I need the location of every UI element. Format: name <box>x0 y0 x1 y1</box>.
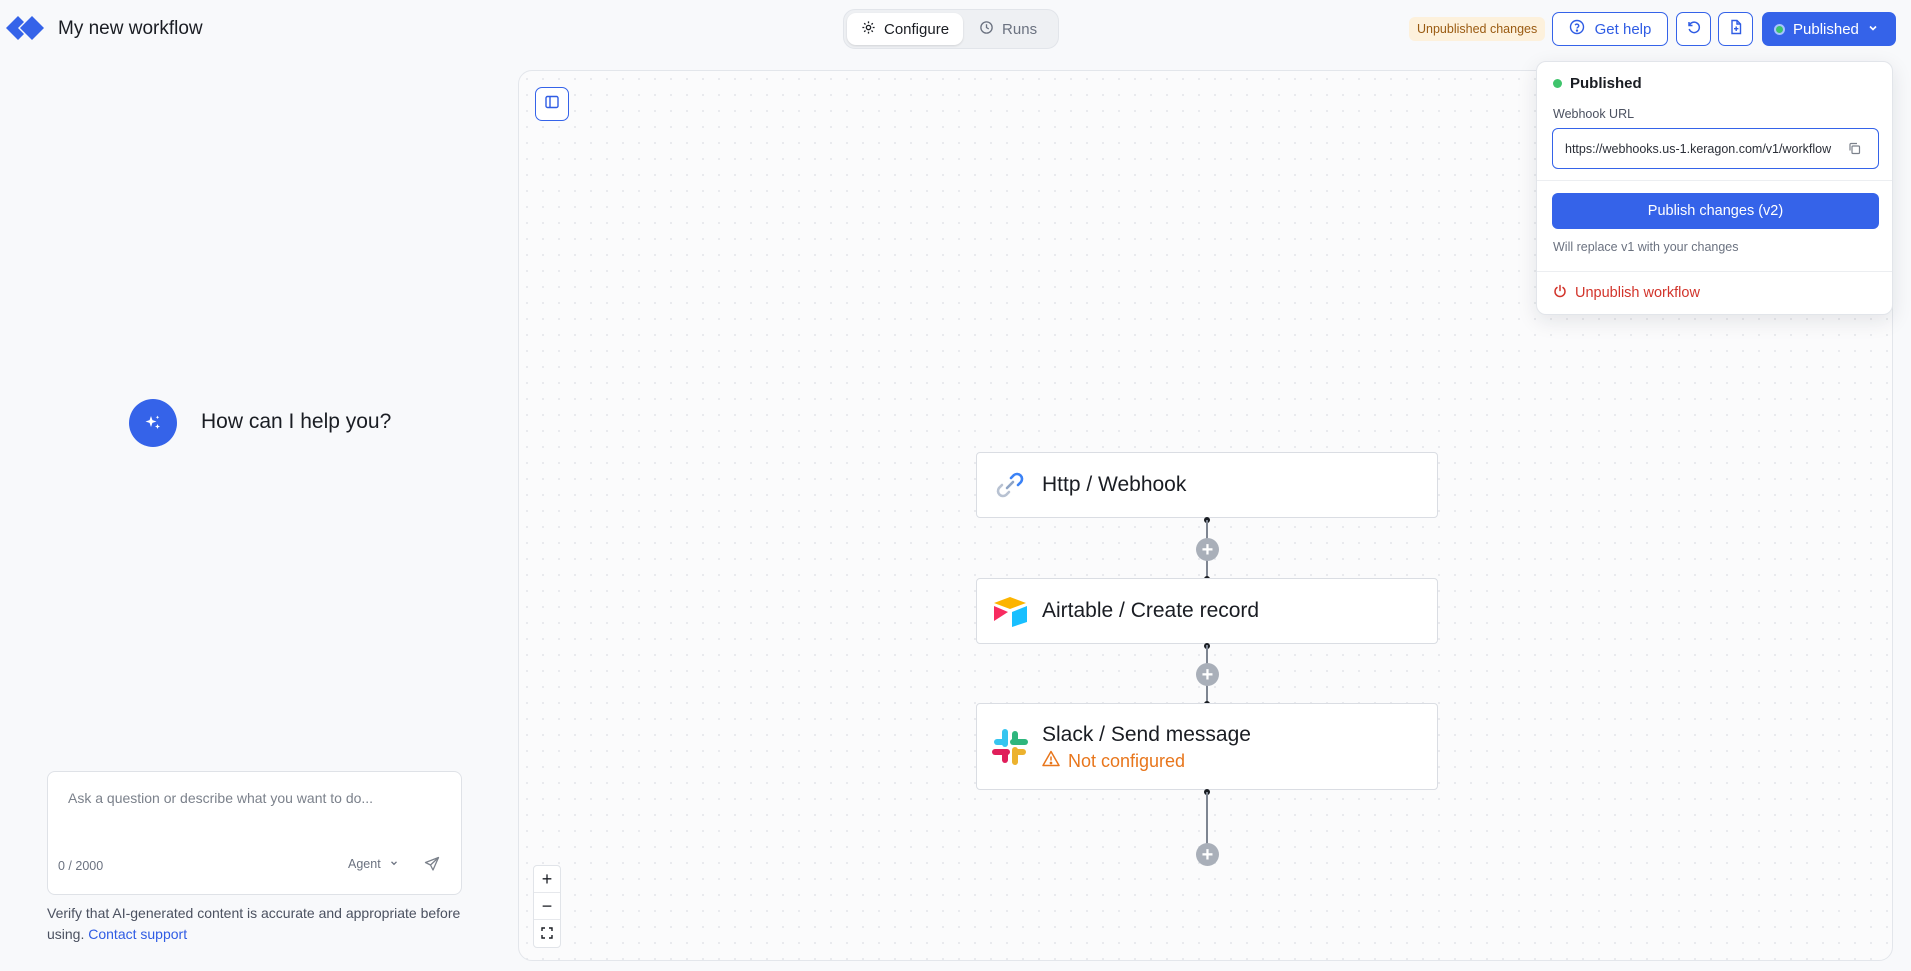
plus-icon: + <box>1201 538 1214 561</box>
zoom-controls: + − <box>533 865 561 948</box>
tab-configure[interactable]: Configure <box>847 13 964 45</box>
history-button[interactable] <box>1676 12 1711 46</box>
tab-runs-label: Runs <box>1002 20 1038 38</box>
step-title: Slack / Send message <box>1042 723 1251 746</box>
power-icon <box>1553 284 1567 302</box>
step-warning: Not configured <box>1042 750 1185 772</box>
link-icon <box>991 466 1029 504</box>
get-help-label: Get help <box>1594 20 1652 38</box>
step-title: Http / Webhook <box>1042 473 1187 496</box>
published-status-dot <box>1774 23 1785 35</box>
file-plus-icon <box>1728 19 1744 40</box>
fit-view-icon <box>541 923 553 944</box>
divider <box>1537 271 1892 272</box>
ai-sparkle-icon <box>129 399 177 447</box>
publish-dropdown: Published Webhook URL https://webhooks.u… <box>1536 61 1893 315</box>
fit-view-button[interactable] <box>534 920 560 947</box>
undo-history-icon <box>1686 19 1702 40</box>
add-step-button[interactable]: + <box>1196 538 1219 561</box>
export-file-button[interactable] <box>1718 12 1753 46</box>
publish-status-text: Published <box>1570 75 1642 92</box>
sidebar-panel-icon <box>544 94 560 115</box>
add-step-button[interactable]: + <box>1196 843 1219 866</box>
status-dot <box>1553 79 1562 88</box>
workflow-step-slack[interactable]: Slack / Send message Not configured <box>976 703 1438 790</box>
keragon-logo-icon[interactable] <box>6 14 46 42</box>
chat-composer: 0 / 2000 Agent <box>47 771 462 895</box>
publish-status-label: Published <box>1793 20 1859 38</box>
gear-icon <box>861 20 876 39</box>
view-tabs: Configure Runs <box>843 9 1059 49</box>
step-warning-label: Not configured <box>1068 750 1186 771</box>
assistant-prompt: How can I help you? <box>201 410 392 433</box>
webhook-url-value[interactable]: https://webhooks.us-1.keragon.com/v1/wor… <box>1565 142 1838 156</box>
mode-select[interactable]: Agent <box>348 857 399 871</box>
unpublish-label: Unpublish workflow <box>1575 285 1700 301</box>
slack-icon <box>991 728 1029 766</box>
warning-triangle-icon <box>1042 750 1060 772</box>
tab-runs[interactable]: Runs <box>965 13 1051 45</box>
publish-status: Published <box>1553 75 1642 92</box>
top-bar: My new workflow Configure Runs Unpublish… <box>0 0 1911 58</box>
publish-changes-button[interactable]: Publish changes (v2) <box>1552 193 1879 229</box>
chevron-down-icon <box>389 857 399 871</box>
publish-status-button[interactable]: Published <box>1762 12 1896 46</box>
connector-line <box>1206 792 1208 844</box>
webhook-url-field[interactable]: https://webhooks.us-1.keragon.com/v1/wor… <box>1552 128 1879 169</box>
tab-configure-label: Configure <box>884 20 950 38</box>
chat-input[interactable] <box>68 790 438 806</box>
webhook-url-label: Webhook URL <box>1553 107 1635 121</box>
toggle-sidebar-button[interactable] <box>535 87 569 121</box>
send-icon <box>424 856 440 877</box>
clock-icon <box>979 20 994 39</box>
send-button[interactable] <box>420 854 444 878</box>
publish-note: Will replace v1 with your changes <box>1553 240 1739 254</box>
airtable-icon <box>991 592 1029 630</box>
step-title: Airtable / Create record <box>1042 599 1260 622</box>
ai-disclaimer: Verify that AI-generated content is accu… <box>47 903 467 945</box>
workflow-title[interactable]: My new workflow <box>58 18 203 40</box>
contact-support-link[interactable]: Contact support <box>88 926 187 942</box>
unpublish-workflow-button[interactable]: Unpublish workflow <box>1553 284 1700 302</box>
add-step-button[interactable]: + <box>1196 663 1219 686</box>
zoom-in-button[interactable]: + <box>534 866 560 893</box>
divider <box>1537 180 1892 181</box>
plus-icon: + <box>1201 843 1214 866</box>
unpublished-changes-badge: Unpublished changes <box>1409 17 1546 41</box>
char-counter: 0 / 2000 <box>58 859 104 873</box>
workflow-step-webhook[interactable]: Http / Webhook <box>976 452 1438 518</box>
workflow-step-airtable[interactable]: Airtable / Create record <box>976 578 1438 644</box>
chevron-down-icon <box>1867 21 1879 38</box>
copy-icon[interactable] <box>1848 142 1861 155</box>
mode-select-label: Agent <box>348 857 381 871</box>
get-help-button[interactable]: Get help <box>1552 12 1668 46</box>
zoom-out-button[interactable]: − <box>534 893 560 920</box>
help-circle-icon <box>1569 19 1585 39</box>
plus-icon: + <box>1201 663 1214 686</box>
